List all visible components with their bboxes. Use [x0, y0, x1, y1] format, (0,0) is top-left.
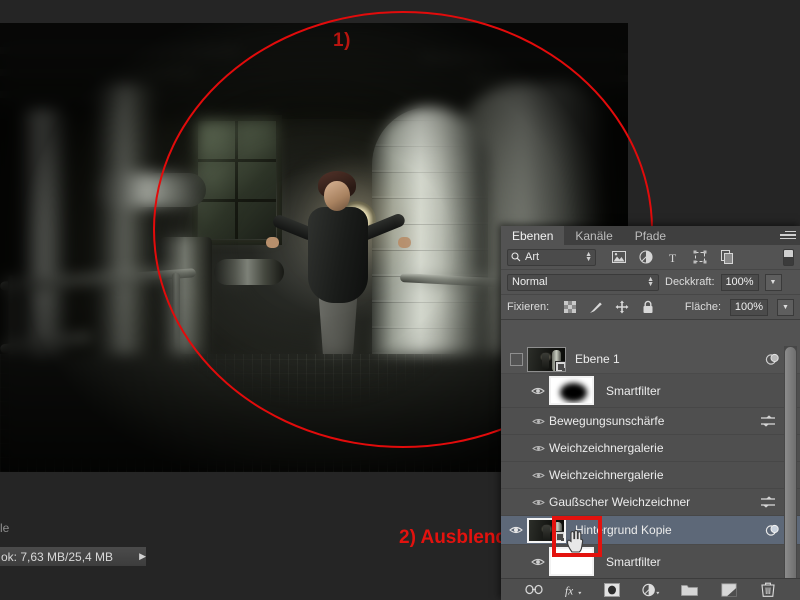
delete-layer-icon[interactable] — [759, 582, 777, 598]
visibility-toggle-hintergrund-kopie[interactable] — [505, 525, 527, 535]
panel-tab-bar: Ebenen Kanäle Pfade — [501, 226, 800, 245]
layer-list[interactable]: Ebene 1 Smartfilter Bewegungsunschärfe W… — [501, 345, 800, 578]
type-layer-filter-icon[interactable]: T — [665, 250, 680, 264]
document-size-status[interactable]: ok: 7,63 MB/25,4 MB ▶ — [0, 547, 146, 566]
link-layers-icon[interactable] — [524, 582, 543, 598]
fill-input[interactable]: 100% — [730, 298, 768, 316]
smart-object-filter-icon[interactable] — [719, 250, 734, 264]
image-lock-icon[interactable] — [588, 300, 603, 314]
smart-object-badge-icon — [554, 530, 564, 541]
filter-enable-toggle[interactable] — [783, 248, 794, 266]
visibility-toggle-ebene-1[interactable] — [505, 352, 527, 366]
scrollbar-thumb[interactable] — [785, 347, 796, 600]
layers-panel: Ebenen Kanäle Pfade Art ▲ ▼ T Normal ▲ ▼… — [501, 226, 800, 600]
transparency-lock-icon[interactable] — [562, 300, 577, 314]
layer-thumbnail-ebene-1[interactable] — [527, 346, 566, 372]
filter-label-gauss-1[interactable]: Gaußscher Weichzeichner — [549, 495, 690, 509]
filter-kind-stepper-icon[interactable]: ▲ ▼ — [585, 251, 592, 263]
status-above-text: le — [0, 521, 10, 535]
smart-filter-mask-thumbnail-2[interactable] — [549, 547, 594, 576]
lock-icon-group — [562, 300, 655, 314]
filter-label-weichzeichnergalerie-1[interactable]: Weichzeichnergalerie — [549, 441, 664, 455]
opacity-input[interactable]: 100% — [720, 273, 759, 291]
visibility-toggle-smartfilter-1[interactable] — [527, 386, 549, 396]
filter-settings-icon-bewegungsunschaerfe[interactable] — [760, 415, 776, 427]
visibility-toggle-weichzeichnergalerie-2[interactable] — [527, 471, 549, 480]
new-group-icon[interactable] — [681, 582, 699, 598]
photoshop-window: 1) 2) Ausblenden le ok: 7,63 MB/25,4 MB … — [0, 0, 800, 600]
layer-name-hintergrund-kopie[interactable]: Hintergrund Kopie — [575, 523, 672, 537]
layer-row-ebene-1[interactable]: Ebene 1 — [501, 345, 800, 374]
filter-label-weichzeichnergalerie-2[interactable]: Weichzeichnergalerie — [549, 468, 664, 482]
blend-mode-stepper-icon[interactable]: ▲ ▼ — [647, 276, 654, 288]
tab-kanaele[interactable]: Kanäle — [564, 226, 624, 245]
filter-row-gaussscher-weichzeichner-1[interactable]: Gaußscher Weichzeichner — [501, 489, 800, 516]
opacity-label: Deckkraft: — [665, 276, 715, 288]
visibility-toggle-gauss-1[interactable] — [527, 498, 549, 507]
fill-dropdown-icon[interactable]: ▼ — [777, 298, 794, 316]
document-size-value: ok: 7,63 MB/25,4 MB — [1, 549, 114, 564]
filter-row-weichzeichnergalerie-2[interactable]: Weichzeichnergalerie — [501, 462, 800, 489]
blend-mode-value: Normal — [512, 276, 548, 288]
blend-mode-row: Normal ▲ ▼ Deckkraft: 100% ▼ — [501, 270, 800, 295]
smart-filter-mask-row-1[interactable]: Smartfilter — [501, 374, 800, 408]
filter-row-bewegungsunschaerfe[interactable]: Bewegungsunschärfe — [501, 408, 800, 435]
panel-bottom-toolbar: fx — [501, 578, 800, 600]
visibility-toggle-bewegungsunschaerfe[interactable] — [527, 417, 549, 426]
new-layer-icon[interactable] — [720, 582, 738, 598]
add-layer-mask-icon[interactable] — [603, 582, 621, 598]
smart-filter-mask-row-2[interactable]: Smartfilter — [501, 545, 800, 578]
filter-kind-value: Art — [525, 251, 540, 263]
visibility-toggle-weichzeichnergalerie-1[interactable] — [527, 444, 549, 453]
filter-type-icons: T — [611, 250, 734, 264]
layer-fx-badge-ebene-1[interactable] — [765, 345, 780, 373]
all-lock-icon[interactable] — [640, 300, 655, 314]
filter-settings-icon-gauss-1[interactable] — [760, 496, 776, 508]
smart-filter-label-2[interactable]: Smartfilter — [606, 555, 661, 569]
add-layer-style-icon[interactable]: fx — [564, 582, 582, 598]
adjustment-layer-filter-icon[interactable] — [638, 250, 653, 264]
tab-ebenen[interactable]: Ebenen — [501, 226, 565, 245]
layer-name-ebene-1[interactable]: Ebene 1 — [575, 352, 620, 366]
fill-label: Fläche: — [684, 301, 721, 313]
visibility-toggle-smartfilter-2[interactable] — [527, 557, 549, 567]
search-icon — [511, 252, 521, 262]
position-lock-icon[interactable] — [614, 300, 629, 314]
layer-thumbnail-hintergrund-kopie[interactable] — [527, 517, 566, 543]
smart-object-badge-icon — [555, 360, 565, 371]
tab-pfade[interactable]: Pfade — [623, 226, 678, 245]
lock-label: Fixieren: — [507, 301, 550, 313]
smart-filter-mask-thumbnail-1[interactable] — [549, 376, 594, 405]
panel-menu-icon[interactable] — [780, 229, 796, 241]
opacity-dropdown-icon[interactable]: ▼ — [764, 273, 782, 291]
new-adjustment-layer-icon[interactable] — [641, 582, 660, 598]
svg-text:T: T — [669, 251, 677, 264]
layer-filter-row: Art ▲ ▼ T — [501, 245, 800, 270]
layer-fx-badge-hintergrund-kopie[interactable] — [765, 516, 780, 544]
smart-filter-badge-icon — [765, 353, 779, 365]
lock-row: Fixieren: Fläche: 100% ▼ — [501, 295, 800, 320]
svg-text:fx: fx — [564, 585, 572, 597]
annotation-step-1-label: 1) — [333, 30, 351, 51]
filter-row-weichzeichnergalerie-1[interactable]: Weichzeichnergalerie — [501, 435, 800, 462]
blend-mode-select[interactable]: Normal ▲ ▼ — [507, 273, 659, 291]
vertical-scrollbar[interactable] — [784, 346, 797, 600]
filter-label-bewegungsunschaerfe[interactable]: Bewegungsunschärfe — [549, 414, 664, 428]
status-expand-arrow-icon[interactable]: ▶ — [139, 551, 146, 562]
layer-row-hintergrund-kopie[interactable]: Hintergrund Kopie — [501, 516, 800, 545]
smart-filter-badge-icon — [765, 524, 779, 536]
pixel-layer-filter-icon[interactable] — [611, 250, 626, 264]
filter-kind-select[interactable]: Art ▲ ▼ — [507, 248, 596, 266]
shape-layer-filter-icon[interactable] — [692, 250, 707, 264]
smart-filter-label-1[interactable]: Smartfilter — [606, 384, 661, 398]
